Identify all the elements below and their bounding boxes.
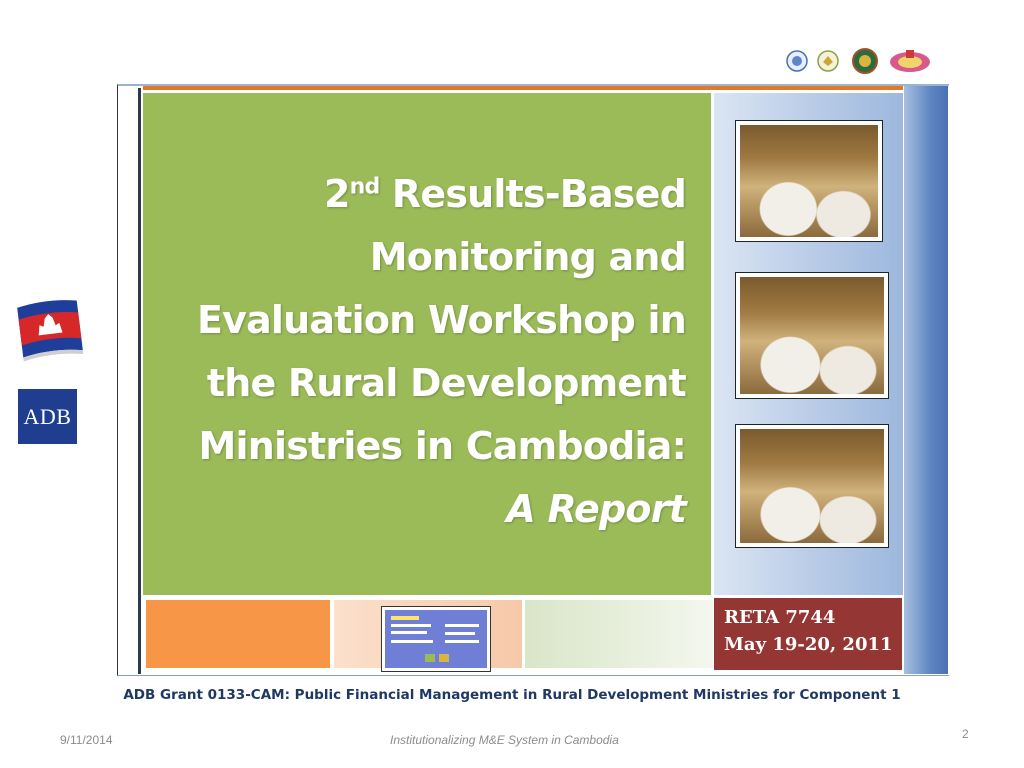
cover-title-line-1: 2nd Results-Based xyxy=(324,172,687,216)
photo-column xyxy=(714,93,903,595)
slide-caption: ADB Grant 0133-CAM: Public Financial Man… xyxy=(123,687,901,703)
strip-pale-green-block xyxy=(525,600,713,668)
cover-title-line-6: A Report xyxy=(506,487,686,531)
workshop-photo-2 xyxy=(735,272,889,399)
cover-title-panel: 2nd Results-Based Monitoring and Evaluat… xyxy=(143,93,711,595)
footer-date: 9/11/2014 xyxy=(60,733,113,747)
cover-right-edge xyxy=(904,86,948,674)
footer-title: Institutionalizing M&E System in Cambodi… xyxy=(390,733,619,747)
cover-title: 2nd Results-Based Monitoring and Evaluat… xyxy=(171,163,711,541)
emblem-seal-icon xyxy=(817,50,839,72)
cover-title-line-2: Monitoring and xyxy=(369,235,687,279)
reta-info-block: RETA 7744 May 19-20, 2011 xyxy=(714,598,902,670)
cover-spine xyxy=(138,88,141,674)
strip-orange-block xyxy=(146,600,330,668)
adb-logo: ADB xyxy=(18,389,77,444)
top-logos xyxy=(786,48,932,76)
workshop-photo-1 xyxy=(735,120,883,242)
cambodia-flag-icon xyxy=(17,300,84,362)
workshop-photo-3 xyxy=(735,424,889,548)
slide-number: 2 xyxy=(962,727,969,741)
cover-title-line-5: Ministries in Cambodia: xyxy=(198,424,687,468)
adb-logo-text: ADB xyxy=(23,403,72,429)
cover-title-line-3: Evaluation Workshop in xyxy=(196,298,687,342)
national-seal-icon xyxy=(852,48,878,74)
royal-crest-icon xyxy=(890,50,930,72)
cover-title-line-4: the Rural Development xyxy=(206,361,687,405)
ministry-seal-icon xyxy=(786,50,808,72)
workshop-dates: May 19-20, 2011 xyxy=(724,634,893,655)
cover-top-accent xyxy=(143,86,903,90)
workshop-banner-thumbnail xyxy=(381,606,491,672)
reta-code: RETA 7744 xyxy=(724,607,836,628)
